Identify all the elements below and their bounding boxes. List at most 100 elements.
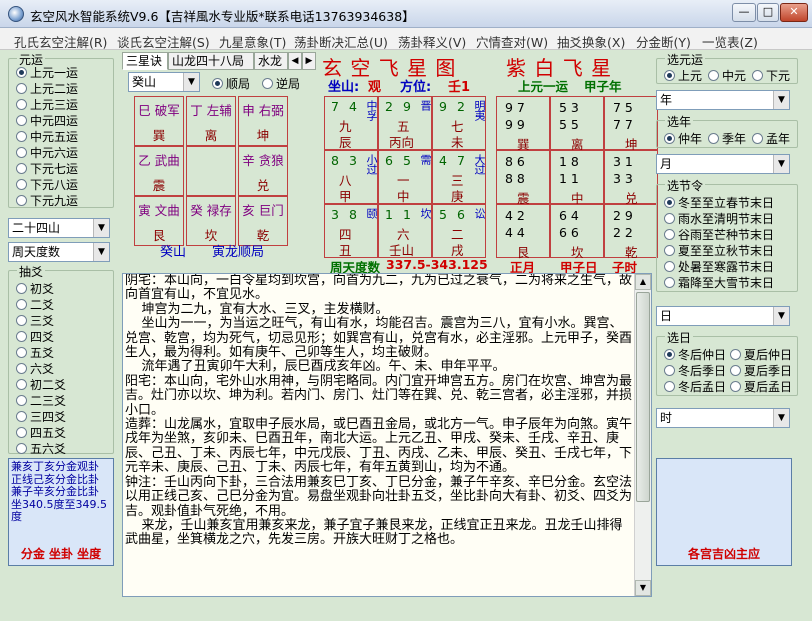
vertical-scrollbar[interactable]: ▲ ▼ (634, 274, 651, 596)
radio-yao-4[interactable]: 四爻 (16, 328, 54, 345)
feixing-cell-zhen: 83 小过 八甲 (324, 150, 378, 204)
radio-zhongyuan[interactable]: 中元 (708, 67, 746, 84)
xuanri-title: 选日 (665, 329, 694, 346)
menu-chouyao[interactable]: 抽爻换象(X) (557, 32, 625, 51)
mountain-select[interactable]: 癸山 ▼ (128, 72, 200, 92)
chouyao-title: 抽爻 (17, 263, 46, 280)
feixing-cell-center: 65 需 一中 (378, 150, 432, 204)
palace-qian: 亥 巨门乾 (238, 196, 288, 246)
chevron-down-icon: ▼ (773, 307, 789, 325)
scroll-up-icon[interactable]: ▲ (635, 274, 651, 290)
zuoshan-label: 坐山: (328, 80, 360, 95)
radio-xiahou-zhong[interactable]: 夏后仲日 (730, 346, 792, 363)
radio-yao-34[interactable]: 三四爻 (16, 408, 66, 425)
feixing-cell-gen: 38 颐 四丑 (324, 204, 378, 258)
tab-sanxing[interactable]: 三星诀 (122, 52, 168, 70)
menu-tan-notes[interactable]: 谈氏玄空注解(S) (117, 32, 210, 51)
close-button[interactable]: ✕ (780, 3, 808, 22)
feixing-cell-dui: 47 大过 三庚 (432, 150, 486, 204)
year-select[interactable]: 年 ▼ (656, 90, 790, 110)
feixing-cell-li: 29 晋 五丙向 (378, 96, 432, 150)
radio-yuanyun-4[interactable]: 中元四运 (16, 112, 78, 129)
menu-kong-notes[interactable]: 孔氏玄空注解(R) (14, 32, 107, 51)
radio-donghou-meng[interactable]: 冬后孟日 (664, 378, 726, 395)
minimize-button[interactable]: — (732, 3, 756, 22)
radio-xiahou-ji[interactable]: 夏后季日 (730, 362, 792, 379)
mountains-select[interactable]: 二十四山 ▼ (8, 218, 110, 238)
chevron-down-icon: ▼ (183, 73, 199, 91)
radio-yao-6[interactable]: 六爻 (16, 360, 54, 377)
radio-shangyuan[interactable]: 上元 (664, 67, 702, 84)
radio-yuanyun-3[interactable]: 上元三运 (16, 96, 78, 113)
scroll-thumb[interactable] (636, 292, 650, 502)
gegong-label: 各宫吉凶主应 (687, 547, 760, 561)
menu-gua-meaning[interactable]: 荡卦释义(V) (398, 32, 466, 51)
fangwei-value: 壬1 (448, 80, 471, 95)
radio-donghou-ji[interactable]: 冬后季日 (664, 362, 726, 379)
radio-niju[interactable]: 逆局 (262, 75, 300, 92)
feixing-cell-kan: 11 坎 六壬山 (378, 204, 432, 258)
radio-jieling-1[interactable]: 冬至至立春节末日 (664, 194, 774, 211)
radio-yuanyun-9[interactable]: 下元九运 (16, 192, 78, 209)
radio-jinian[interactable]: 季年 (708, 130, 746, 147)
radio-yuanyun-2[interactable]: 上元二运 (16, 80, 78, 97)
tiandu-value: 337.5-343.125 (386, 257, 488, 272)
zibai-cell-qian: 2 92 2乾 (604, 204, 658, 260)
scroll-down-icon[interactable]: ▼ (635, 580, 651, 596)
radio-mengnian[interactable]: 孟年 (752, 130, 790, 147)
zibai-cell-kan: 6 46 6坎 (550, 204, 604, 260)
radio-jieling-6[interactable]: 霜降至大雪节末日 (664, 274, 774, 291)
radio-yao-3[interactable]: 三爻 (16, 312, 54, 329)
radio-yuanyun-8[interactable]: 下元八运 (16, 176, 78, 193)
tab-shuilong[interactable]: 水龙 (254, 52, 288, 70)
menu-nine-stars[interactable]: 九星意象(T) (219, 32, 286, 51)
xuannian-title: 选年 (665, 113, 694, 130)
hour-select[interactable]: 时 ▼ (656, 408, 790, 428)
zibai-cell-gen: 4 24 4艮 (496, 204, 550, 260)
tiandu-select[interactable]: 周天度数 ▼ (8, 242, 110, 262)
radio-yao-1[interactable]: 初爻 (16, 280, 54, 297)
radio-shunju[interactable]: 顺局 (212, 75, 250, 92)
palace-zhen: 乙 武曲震 (134, 146, 184, 196)
radio-yuanyun-6[interactable]: 中元六运 (16, 144, 78, 161)
radio-yuanyun-1[interactable]: 上元一运 (16, 64, 78, 81)
radio-yuanyun-7[interactable]: 下元七运 (16, 160, 78, 177)
right-yuanyun-title: 选元运 (665, 51, 706, 68)
tab-scroll-left-icon[interactable]: ◀ (288, 52, 302, 70)
palace-li: 丁 左辅离 (186, 96, 236, 146)
radio-yao-2[interactable]: 二爻 (16, 296, 54, 313)
menu-xue-check[interactable]: 穴情查对(W) (476, 32, 548, 51)
tab-shanlong[interactable]: 山龙四十八局 (168, 52, 254, 70)
menu-overview[interactable]: 一览表(Z) (702, 32, 758, 51)
palace-xun: 巳 破军巽 (134, 96, 184, 146)
radio-zhongnian[interactable]: 仲年 (664, 130, 702, 147)
radio-jieling-5[interactable]: 处暑至寒露节末日 (664, 258, 774, 275)
zibai-cell-kun: 7 57 7坤 (604, 96, 658, 152)
radio-yao-23[interactable]: 二三爻 (16, 392, 66, 409)
zibai-cell-center: 1 81 1中 (550, 150, 604, 206)
tab-scroll-right-icon[interactable]: ▶ (302, 52, 316, 70)
menu-gua-summary[interactable]: 荡卦断决汇总(U) (294, 32, 388, 51)
analysis-textarea[interactable]: 阴宅：本山向，一白令星均到坎宫，向首为九二，九为已过之衰气，二为将来之生气，故向… (122, 273, 652, 597)
radio-yao-5[interactable]: 五爻 (16, 344, 54, 361)
title-bar: 玄空风水智能系统V9.6【吉祥風水专业版*联系电话13763934638】 — … (0, 0, 812, 28)
radio-xiayuan[interactable]: 下元 (752, 67, 790, 84)
maximize-button[interactable]: □ (757, 3, 779, 22)
radio-jieling-4[interactable]: 夏至至立秋节末日 (664, 242, 774, 259)
radio-yao-45[interactable]: 四五爻 (16, 424, 66, 441)
menu-fenjin[interactable]: 分金断(Y) (636, 32, 691, 51)
month-select[interactable]: 月 ▼ (656, 154, 790, 174)
radio-yuanyun-5[interactable]: 中元五运 (16, 128, 78, 145)
radio-jieling-2[interactable]: 雨水至清明节末日 (664, 210, 774, 227)
jiazi-label: 甲子年 (584, 79, 622, 94)
day-select[interactable]: 日 ▼ (656, 306, 790, 326)
fangwei-label: 方位: (400, 80, 432, 95)
fenjin-panel: 兼亥丁亥分金观卦 正线己亥分金比卦 兼子辛亥分金比卦 坐340.5度至349.5… (8, 458, 114, 566)
chevron-down-icon: ▼ (773, 409, 789, 427)
radio-jieling-3[interactable]: 谷雨至芒种节末日 (664, 226, 774, 243)
radio-yao-56[interactable]: 五六爻 (16, 440, 66, 457)
radio-donghou-zhong[interactable]: 冬后仲日 (664, 346, 726, 363)
radio-yao-12[interactable]: 初二爻 (16, 376, 66, 393)
radio-xiahou-meng[interactable]: 夏后孟日 (730, 378, 792, 395)
fenjin-label: 分金 坐卦 坐度 (20, 547, 102, 561)
